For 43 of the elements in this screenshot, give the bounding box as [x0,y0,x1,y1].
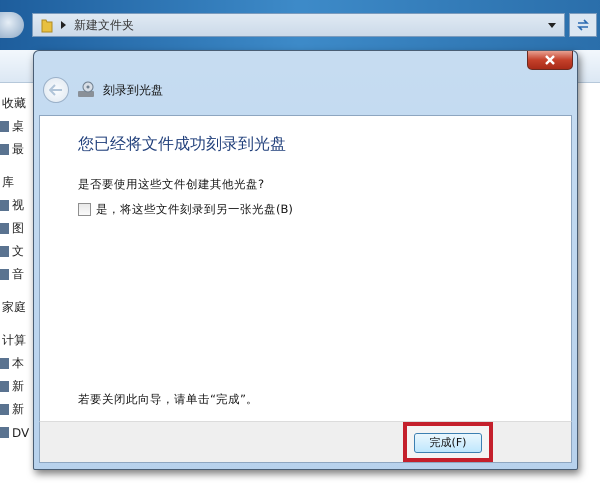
sidebar-item-icon [0,223,9,234]
disc-drive-icon [77,81,95,99]
dropdown-icon [548,22,556,28]
sidebar-item-icon [0,144,9,155]
close-button[interactable] [527,51,573,70]
sidebar-item-icon [0,404,9,415]
dialog-title: 刻录到光盘 [103,82,163,98]
sidebar-group[interactable]: 家庭 [2,300,26,314]
sidebar-item[interactable]: 新 [12,378,24,395]
checkbox[interactable] [78,203,91,216]
sidebar-item-icon [0,427,9,438]
checkbox-label: 是，将这些文件刻录到另一张光盘(B) [96,202,293,217]
refresh-button[interactable] [569,13,597,37]
address-bar[interactable]: 新建文件夹 [32,13,565,37]
sidebar-item-icon [0,269,9,280]
refresh-icon [576,18,590,32]
sidebar-item-icon [0,246,9,257]
sidebar-group[interactable]: 收藏 [2,96,26,110]
sidebar-item[interactable]: 本 [12,355,24,372]
sidebar-group[interactable]: 库 [2,175,14,189]
sidebar-group[interactable]: 计算 [2,333,26,347]
heading: 您已经将文件成功刻录到光盘 [78,134,287,155]
sidebar-item[interactable]: 图 [12,220,24,237]
finish-button[interactable]: 完成(F) [414,432,482,453]
sidebar-item[interactable]: DV [12,426,30,440]
chevron-icon [61,21,66,29]
back-arrow-icon [49,84,63,96]
sidebar-item[interactable]: 新 [12,401,24,418]
sidebar-item-icon [0,358,9,369]
folder-icon [41,17,53,33]
sidebar-item[interactable]: 桌 [12,118,24,135]
sidebar-item[interactable]: 音 [12,266,24,283]
sidebar-item[interactable]: 最 [12,141,24,158]
sidebar-item-icon [0,381,9,392]
sidebar-item[interactable]: 文 [12,243,24,260]
close-icon [544,55,556,65]
instruction-text: 若要关闭此向导，请单击“完成”。 [78,392,259,407]
address-path: 新建文件夹 [74,16,135,34]
sidebar-item[interactable]: 视 [12,197,24,214]
sidebar-item-icon [0,200,9,211]
back-button[interactable] [0,12,24,38]
question-text: 是否要使用这些文件创建其他光盘? [78,177,266,192]
sidebar-item-icon [0,121,9,132]
